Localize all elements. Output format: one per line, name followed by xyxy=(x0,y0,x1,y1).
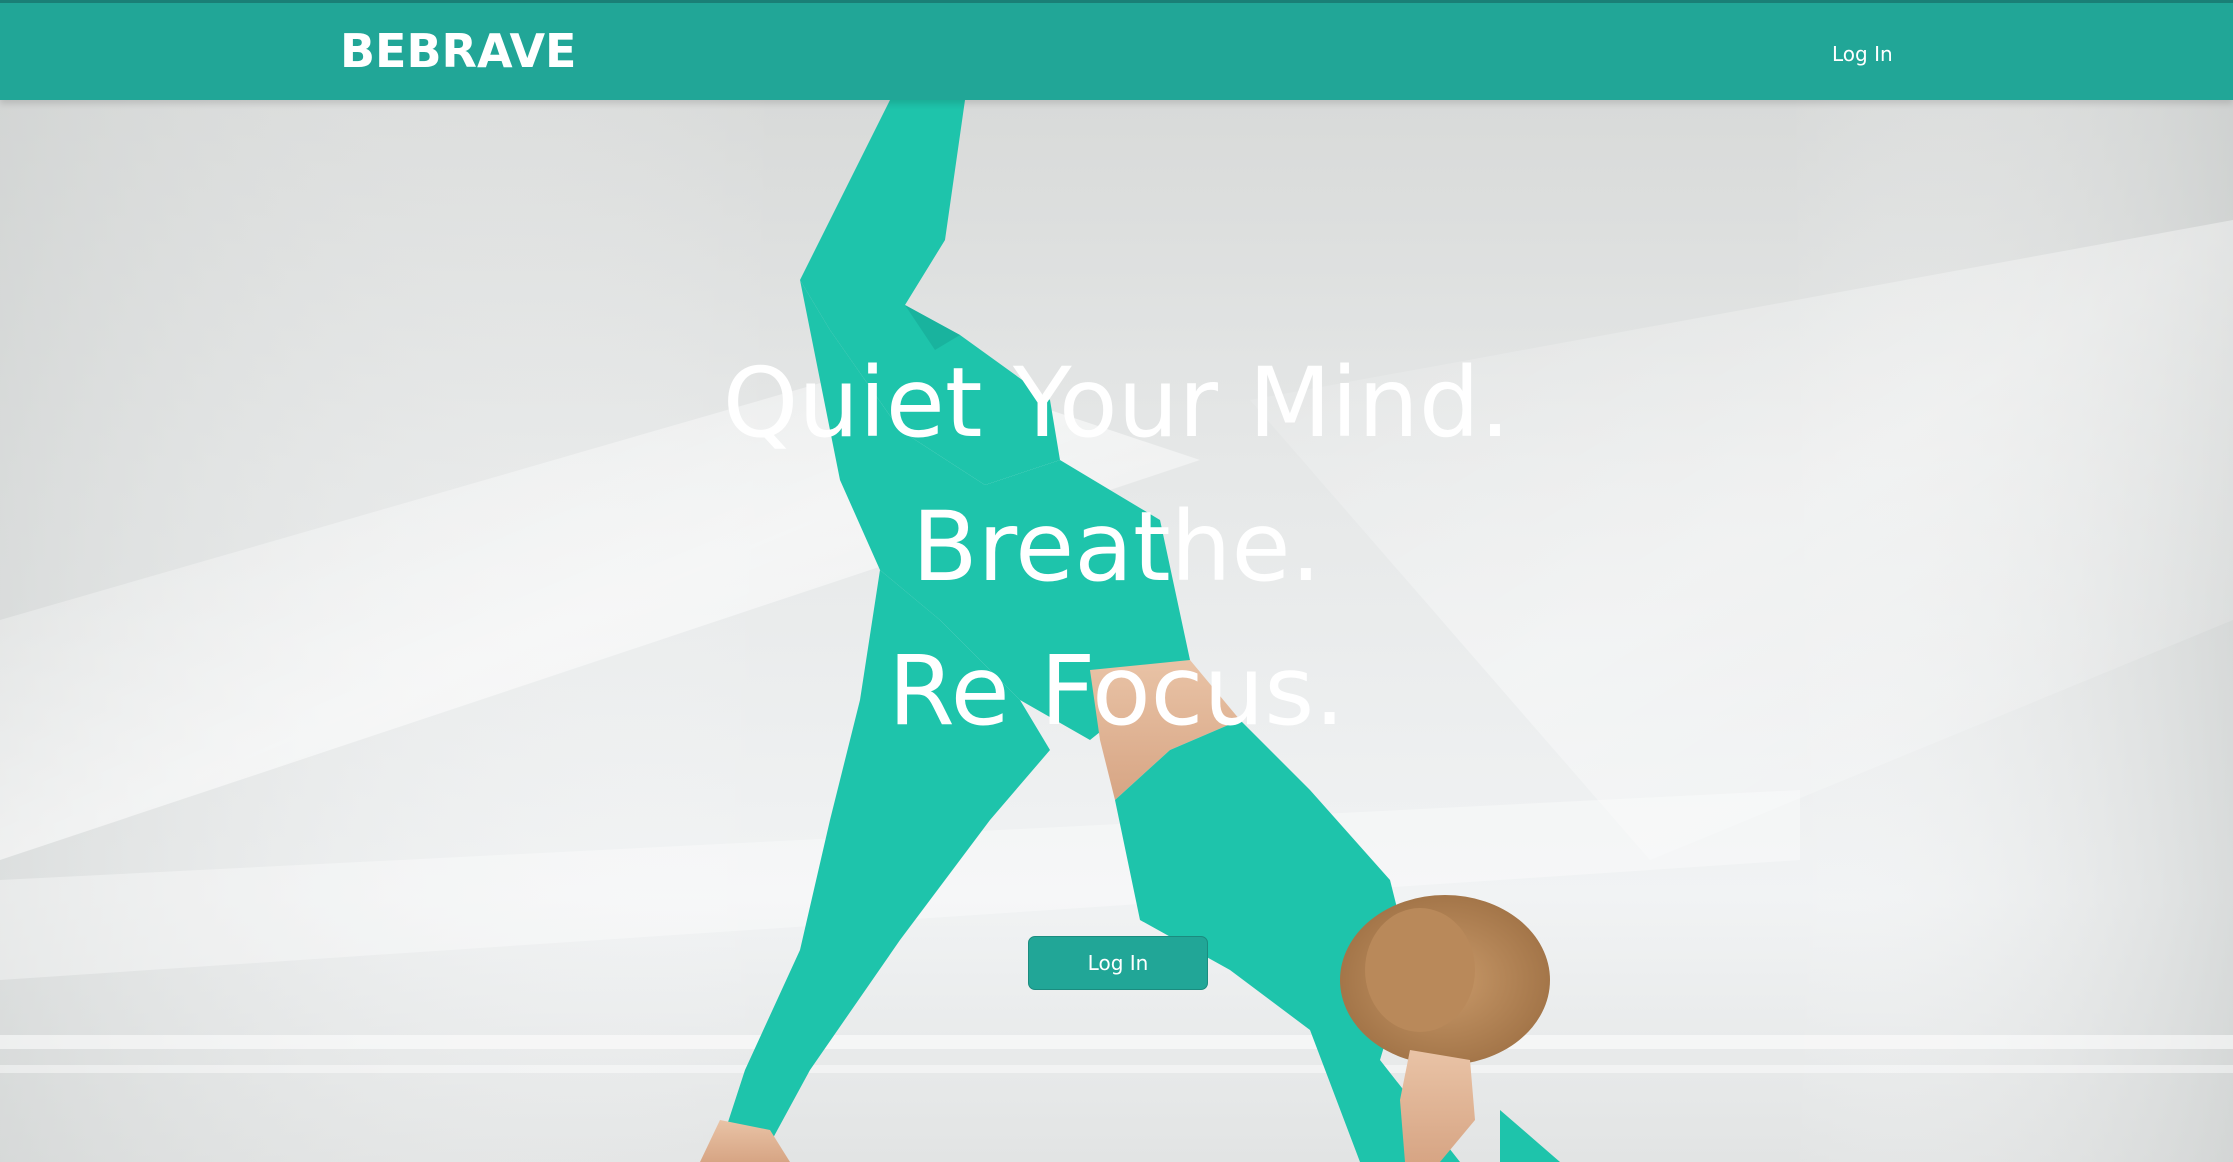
hero-section: Quiet Your Mind. Breathe. Re Focus. xyxy=(0,100,2233,1162)
nav-login-link[interactable]: Log In xyxy=(1832,39,1893,69)
hero-headline-line-3: Re Focus. xyxy=(888,635,1345,747)
brand-logo[interactable]: BEBRAVE xyxy=(340,21,576,81)
landing-page: BEBRAVE Log In Quiet Your Mind. Breathe.… xyxy=(0,0,2233,1162)
hero-headline-line-2: Breathe. xyxy=(911,491,1322,603)
hero-login-button[interactable]: Log In xyxy=(1028,936,1208,990)
hero-background-image xyxy=(0,100,2233,1162)
hero-headline-line-1: Quiet Your Mind. xyxy=(722,347,1511,459)
top-navbar: BEBRAVE Log In xyxy=(0,0,2233,100)
